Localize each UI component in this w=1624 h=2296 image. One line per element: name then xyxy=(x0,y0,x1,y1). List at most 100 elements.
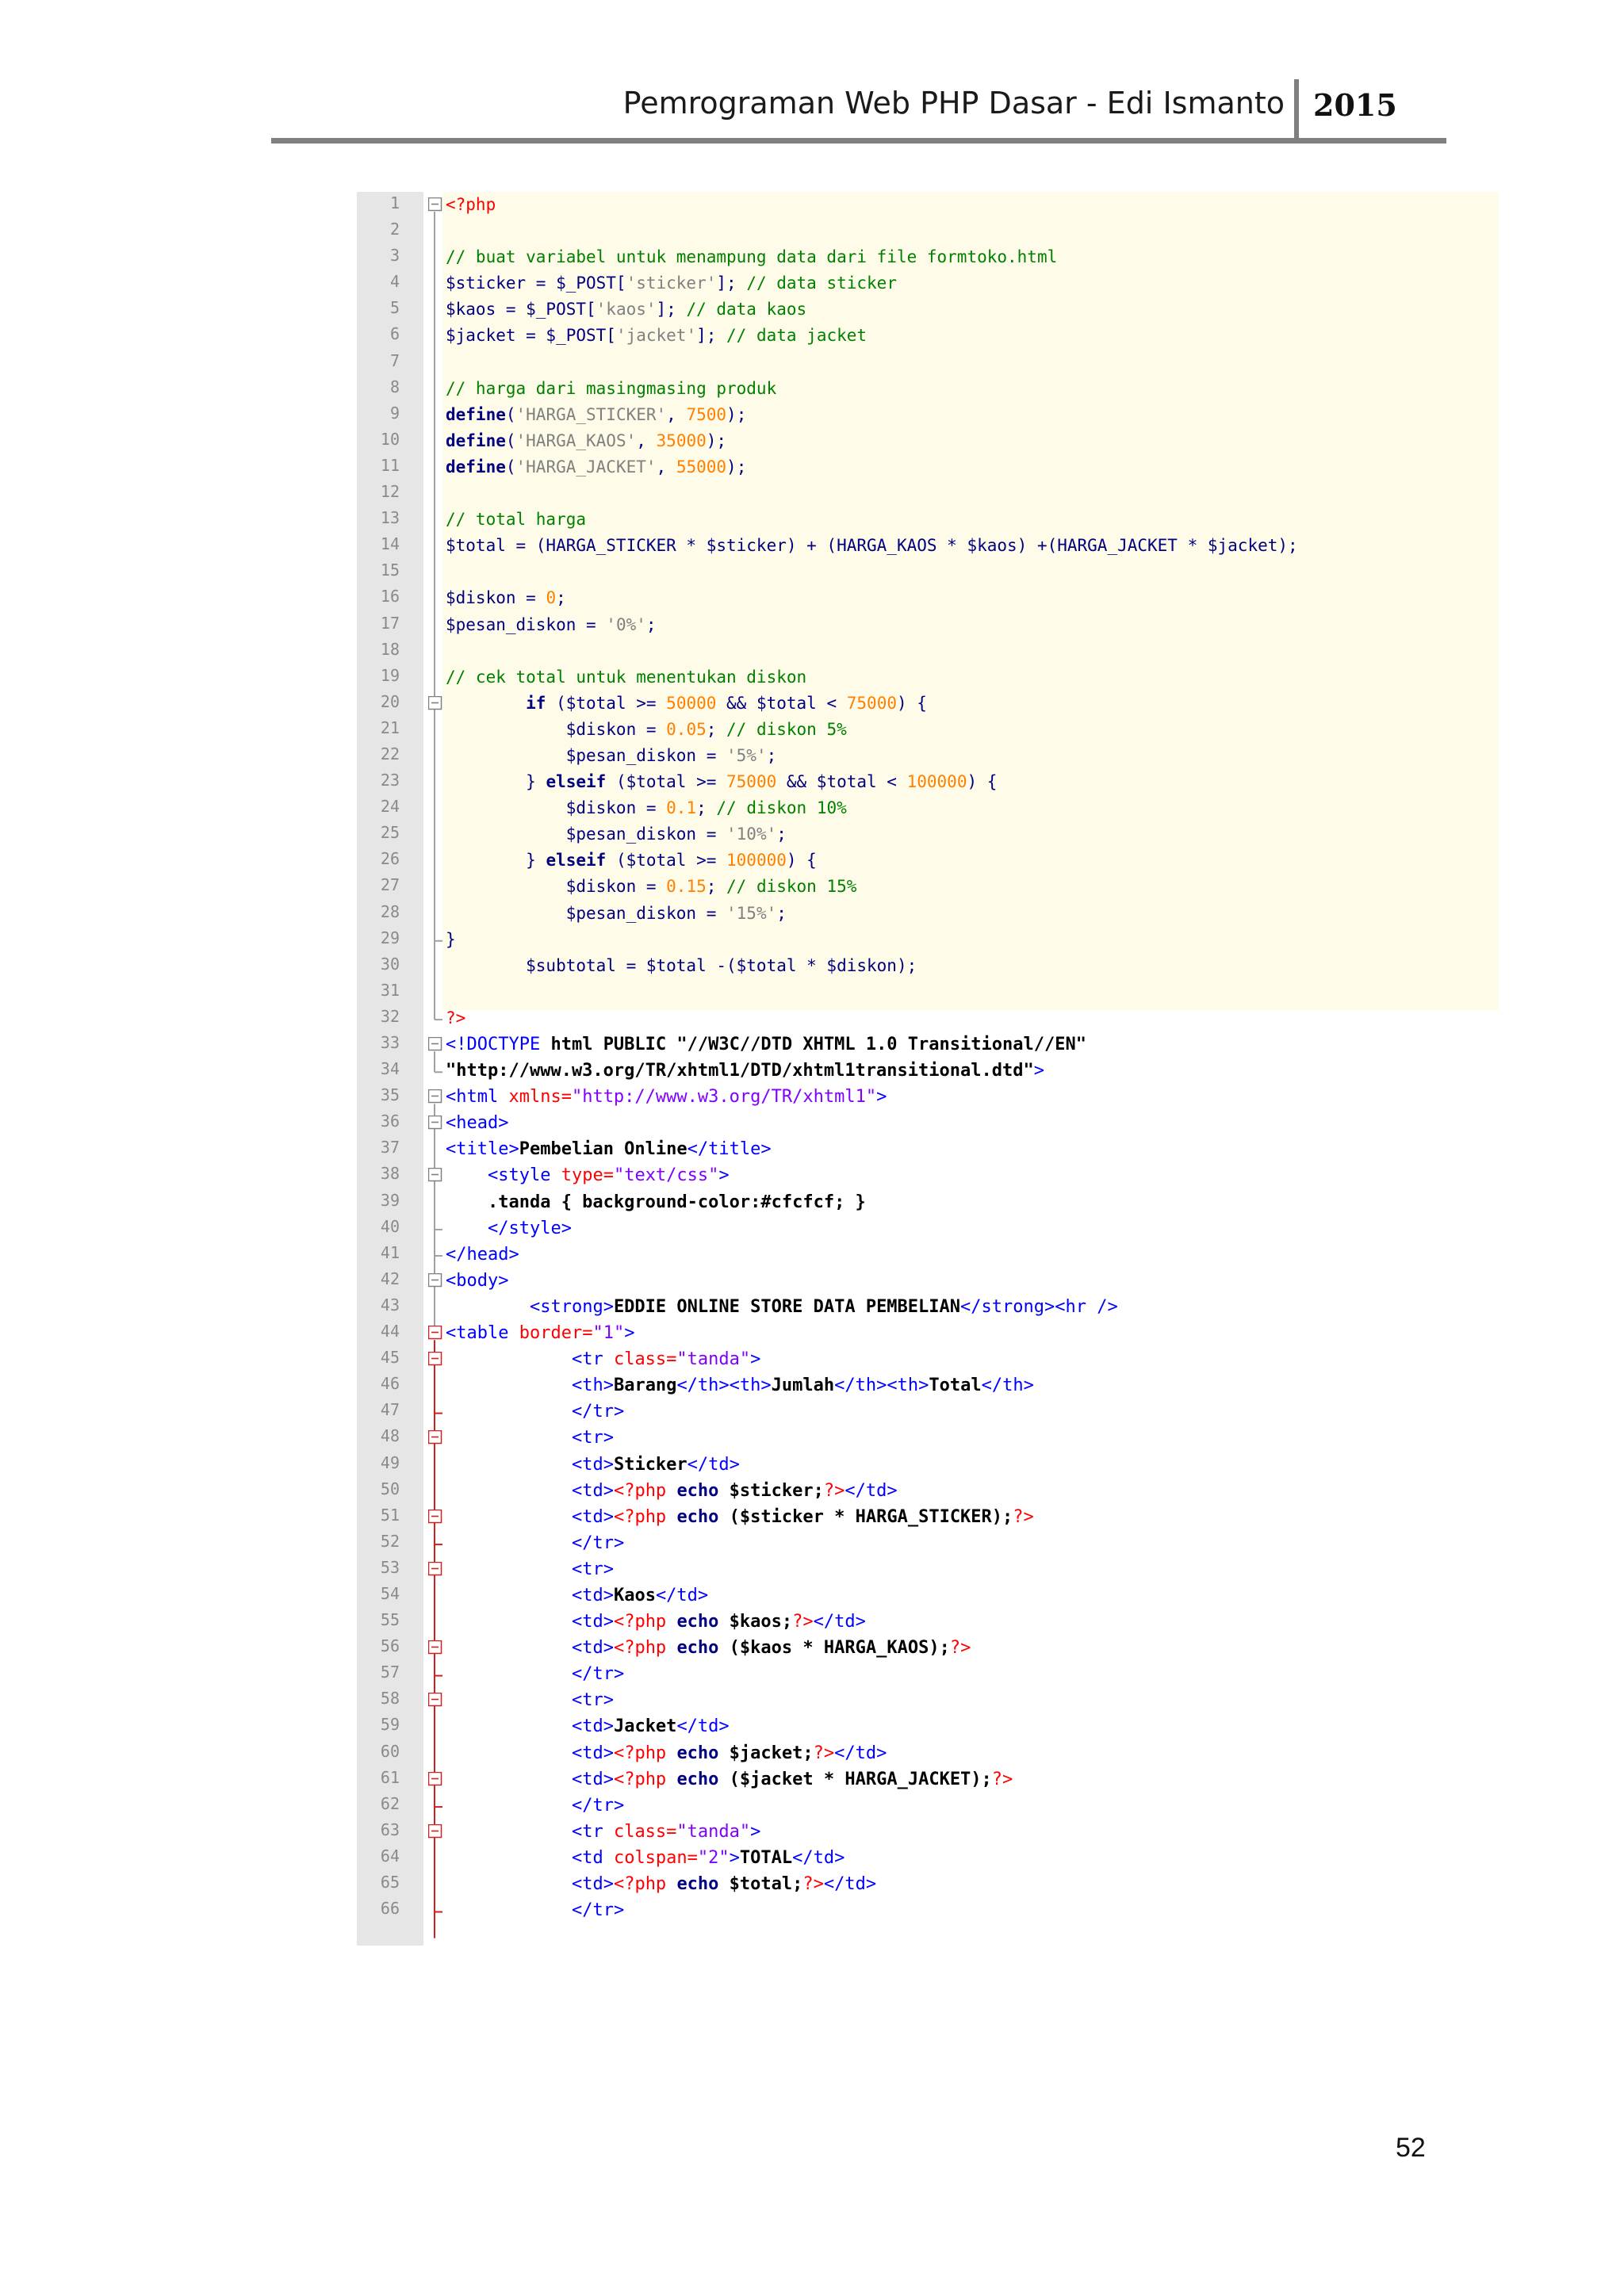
code-line: 34 "http://www.w3.org/TR/xhtml1/DTD/xhtml… xyxy=(357,1058,1499,1084)
code-line: 11 define('HARGA_JACKET', 55000); xyxy=(357,454,1499,480)
code-text: <td><?php echo ($kaos * HARGA_KAOS);?> xyxy=(571,1638,971,1659)
line-number: 29 xyxy=(380,928,400,947)
code-text: <tr> xyxy=(571,1690,614,1711)
line-number: 66 xyxy=(380,1899,400,1919)
code-text: </tr> xyxy=(571,1664,625,1685)
fold-toggle-icon[interactable] xyxy=(428,1561,442,1576)
code-line: 58 <tr> xyxy=(357,1687,1499,1713)
line-number: 60 xyxy=(380,1741,400,1761)
fold-toggle-icon[interactable] xyxy=(428,1430,442,1445)
code-line: 40 </style> xyxy=(357,1215,1499,1242)
code-line: 5 $kaos = $_POST['kaos']; // data kaos xyxy=(357,297,1499,323)
code-text: $kaos = $_POST['kaos']; // data kaos xyxy=(446,300,807,320)
code-line: 29} xyxy=(357,927,1499,953)
code-text: <tr class="tanda"> xyxy=(571,1821,761,1842)
line-number: 27 xyxy=(380,875,400,895)
fold-toggle-icon[interactable] xyxy=(428,1640,442,1655)
code-text: $diskon = 0.15; // diskon 15% xyxy=(446,877,857,897)
line-number: 54 xyxy=(380,1583,400,1603)
code-line: 36 <head> xyxy=(357,1110,1499,1136)
code-text: $total = (HARGA_STICKER * $sticker) + (H… xyxy=(446,536,1298,556)
code-line: 62 </tr> xyxy=(357,1793,1499,1819)
code-text: <td><?php echo $total;?></td> xyxy=(571,1874,877,1894)
code-text: <td><?php echo $sticker;?></td> xyxy=(571,1480,898,1501)
code-line: 59 <td>Jacket</td> xyxy=(357,1713,1499,1739)
code-text: define('HARGA_KAOS', 35000); xyxy=(446,430,727,450)
code-text: <title>Pembelian Online</title> xyxy=(446,1139,772,1160)
code-line: 18 xyxy=(357,638,1499,664)
code-text: // cek total untuk menentukan diskon xyxy=(446,667,807,687)
fold-toggle-icon[interactable] xyxy=(428,1168,442,1182)
fold-toggle-icon[interactable] xyxy=(428,1089,442,1104)
line-number: 30 xyxy=(380,954,400,974)
line-number: 24 xyxy=(380,797,400,817)
code-line: 22 $pesan_diskon = '5%'; xyxy=(357,743,1499,769)
code-text: } elseif ($total >= 100000) { xyxy=(446,851,817,871)
code-line: 13 // total harga xyxy=(357,507,1499,533)
code-text: if ($total >= 50000 && $total < 75000) { xyxy=(526,693,927,713)
code-line: 12 xyxy=(357,480,1499,507)
line-number: 36 xyxy=(380,1112,400,1131)
code-text: </tr> xyxy=(571,1402,625,1422)
code-line: 46 <th>Barang</th><th>Jumlah</th><th>Tot… xyxy=(357,1372,1499,1399)
code-text: <!DOCTYPE html PUBLIC "//W3C//DTD XHTML … xyxy=(446,1035,1086,1054)
line-number: 7 xyxy=(389,350,400,370)
code-text: </tr> xyxy=(571,1795,625,1816)
line-number: 15 xyxy=(380,561,400,580)
code-text: <strong>EDDIE ONLINE STORE DATA PEMBELIA… xyxy=(529,1296,1118,1317)
line-number: 63 xyxy=(380,1820,400,1839)
code-line: 7 xyxy=(357,350,1499,376)
line-number: 34 xyxy=(380,1059,400,1079)
code-line: 63 <tr class="tanda"> xyxy=(357,1819,1499,1845)
page-number: 52 xyxy=(1396,2133,1426,2163)
code-line: 31 xyxy=(357,979,1499,1005)
code-line: 38 <style type="text/css"> xyxy=(357,1162,1499,1188)
fold-toggle-icon[interactable] xyxy=(428,1272,442,1288)
code-line: 50 <td><?php echo $sticker;?></td> xyxy=(357,1478,1499,1504)
code-line: 30 $subtotal = $total -($total * $diskon… xyxy=(357,953,1499,979)
line-number: 44 xyxy=(380,1322,400,1341)
code-line: 64 <td colspan="2">TOTAL</td> xyxy=(357,1845,1499,1871)
line-number: 56 xyxy=(380,1636,400,1656)
fold-toggle-icon[interactable] xyxy=(428,1693,442,1707)
line-number: 19 xyxy=(380,665,400,685)
fold-toggle-icon[interactable] xyxy=(428,1509,442,1524)
fold-toggle-icon[interactable] xyxy=(428,1771,442,1786)
code-text: $sticker = $_POST['sticker']; // data st… xyxy=(446,274,897,293)
fold-toggle-icon[interactable] xyxy=(428,1823,442,1839)
line-number: 9 xyxy=(389,403,400,423)
code-line: 21 $diskon = 0.05; // diskon 5% xyxy=(357,717,1499,743)
code-line: 42 <body> xyxy=(357,1268,1499,1294)
code-text: $diskon = 0.1; // diskon 10% xyxy=(446,798,847,818)
fold-toggle-icon[interactable] xyxy=(428,1115,442,1130)
line-number: 42 xyxy=(380,1269,400,1288)
code-text: $pesan_diskon = '0%'; xyxy=(446,614,657,634)
code-text: </head> xyxy=(446,1244,519,1265)
line-number: 25 xyxy=(380,823,400,843)
code-line: 51 <td><?php echo ($sticker * HARGA_STIC… xyxy=(357,1504,1499,1530)
line-number: 2 xyxy=(389,220,400,239)
line-number: 40 xyxy=(380,1216,400,1236)
code-line: 15 xyxy=(357,559,1499,585)
code-line: 1 <?php xyxy=(357,192,1499,218)
code-text: </tr> xyxy=(571,1900,625,1921)
line-number: 39 xyxy=(380,1190,400,1210)
line-number: 26 xyxy=(380,849,400,869)
code-line: 55 <td><?php echo $kaos;?></td> xyxy=(357,1609,1499,1635)
code-line: 23 } elseif ($total >= 75000 && $total <… xyxy=(357,769,1499,795)
code-text: ?> xyxy=(446,1008,466,1027)
line-number: 10 xyxy=(380,429,400,449)
line-number: 57 xyxy=(380,1663,400,1682)
fold-toggle-icon[interactable] xyxy=(428,197,442,212)
fold-toggle-icon[interactable] xyxy=(428,1326,442,1340)
line-number: 35 xyxy=(380,1085,400,1105)
fold-toggle-icon[interactable] xyxy=(428,695,442,710)
line-number: 18 xyxy=(380,639,400,659)
code-text: $pesan_diskon = '15%'; xyxy=(446,903,787,923)
fold-toggle-icon[interactable] xyxy=(428,1352,442,1366)
code-text: <tr> xyxy=(571,1559,614,1579)
code-text: <td>Jacket</td> xyxy=(571,1716,730,1737)
fold-toggle-icon[interactable] xyxy=(428,1037,442,1051)
header-divider xyxy=(1294,79,1299,143)
code-line: 48 <tr> xyxy=(357,1425,1499,1451)
